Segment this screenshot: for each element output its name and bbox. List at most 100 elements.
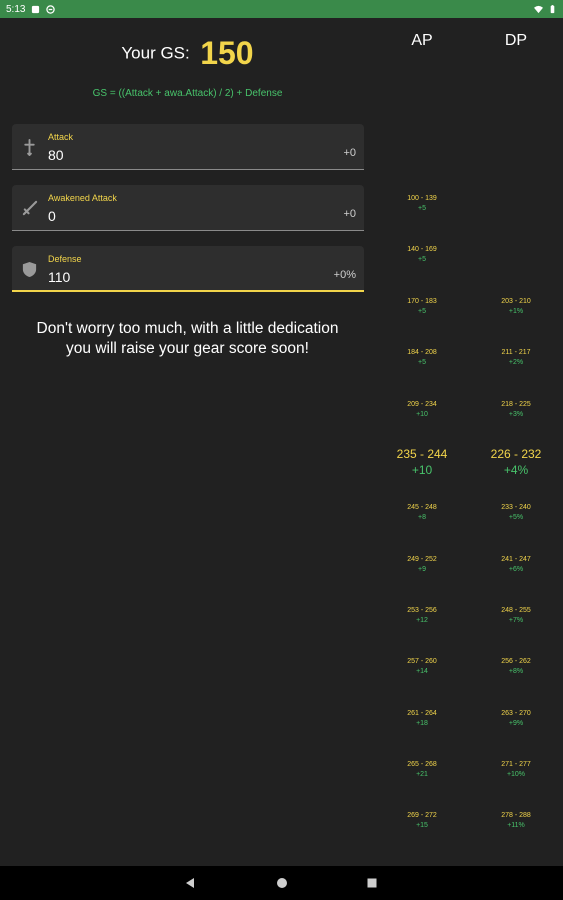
ap-bonus: +5 — [418, 359, 426, 366]
dp-bracket-12: 278 - 288 +11% — [471, 812, 561, 829]
dp-range: 218 - 225 — [501, 401, 531, 408]
dp-bonus: +10% — [506, 771, 526, 778]
status-time: 5:13 — [6, 3, 26, 15]
gear-score-formula: GS = ((Attack + awa.Attack) / 2) + Defen… — [92, 88, 283, 99]
dp-bracket-6: 233 - 240 +5% — [471, 504, 561, 521]
awakened-attack-value[interactable]: 0 — [48, 208, 56, 224]
ap-range: 209 - 234 — [407, 401, 437, 408]
dp-bracket-7: 241 - 247 +6% — [471, 556, 561, 573]
back-icon[interactable] — [184, 877, 196, 889]
dp-bracket-3: 211 - 217 +2% — [471, 349, 561, 366]
dp-range: 248 - 255 — [501, 607, 531, 614]
ap-bonus: +21 — [416, 771, 428, 778]
ap-bonus: +10 — [416, 411, 428, 418]
ap-range: 140 - 169 — [407, 246, 437, 253]
ap-bracket-8: 253 - 256 +12 — [377, 607, 467, 624]
ap-bracket-9: 257 - 260 +14 — [377, 658, 467, 675]
ap-bonus: +15 — [416, 822, 428, 829]
dp-bracket-10: 263 - 270 +9% — [471, 710, 561, 727]
ap-bonus: +5 — [418, 205, 426, 212]
gear-score-label: Your GS: — [121, 43, 190, 63]
dp-bonus: +11% — [507, 822, 525, 829]
ap-column-header: AP — [411, 32, 433, 49]
ap-bracket-1: 140 - 169 +5 — [377, 246, 467, 263]
defense-value[interactable]: 110 — [48, 269, 70, 285]
dp-bracket-9: 256 - 262 +8% — [471, 658, 561, 675]
attack-field[interactable]: Attack 80 +0 — [12, 124, 364, 170]
ap-range: 265 - 268 — [407, 761, 437, 768]
ap-range: 235 - 244 — [396, 447, 448, 461]
dp-range: 226 - 232 — [490, 447, 542, 461]
ap-bonus: +10 — [411, 463, 433, 477]
ap-range: 100 - 139 — [407, 195, 437, 202]
ap-bonus: +14 — [416, 668, 428, 675]
ap-range: 245 - 248 — [407, 504, 437, 511]
ap-bonus: +9 — [418, 566, 426, 573]
ap-range: 261 - 264 — [407, 710, 437, 717]
dp-range: 233 - 240 — [501, 504, 531, 511]
defense-bonus: +0% — [333, 269, 356, 281]
battery-icon — [550, 4, 555, 13]
encouragement-message: Don't worry too much, with a little dedi… — [0, 319, 375, 359]
dp-range: 203 - 210 — [501, 298, 531, 305]
notification-icon — [32, 5, 40, 13]
ap-range: 249 - 252 — [407, 556, 437, 563]
ap-range: 269 - 272 — [407, 812, 437, 819]
dp-range: 271 - 277 — [501, 761, 531, 768]
dp-range: 256 - 262 — [501, 658, 531, 665]
dp-bracket-11: 271 - 277 +10% — [471, 761, 561, 778]
awakened-sword-icon — [22, 200, 38, 216]
dp-range: 263 - 270 — [501, 710, 531, 717]
dp-bonus: +4% — [503, 463, 529, 477]
navigation-bar — [0, 866, 563, 900]
wifi-icon — [534, 5, 543, 13]
awakened-attack-bonus: +0 — [343, 208, 356, 220]
dp-bonus: +6% — [508, 566, 524, 573]
gear-score-display: Your GS: 150 — [0, 35, 375, 72]
defense-label: Defense — [48, 254, 82, 264]
ap-range: 170 - 183 — [407, 298, 437, 305]
dp-bracket-5: 226 - 232 +4% — [471, 447, 561, 477]
ap-bonus: +12 — [416, 617, 428, 624]
ap-bonus: +5 — [418, 308, 426, 315]
ap-bracket-5: 235 - 244 +10 — [377, 447, 467, 477]
dp-bracket-2: 203 - 210 +1% — [471, 298, 561, 315]
ap-bracket-10: 261 - 264 +18 — [377, 710, 467, 727]
gear-score-value: 150 — [200, 35, 254, 71]
dp-bracket-4: 218 - 225 +3% — [471, 401, 561, 418]
ap-range: 184 - 208 — [407, 349, 437, 356]
dp-range: 211 - 217 — [501, 349, 531, 356]
message-line-2: you will raise your gear score soon! — [66, 340, 309, 357]
ap-bracket-11: 265 - 268 +21 — [377, 761, 467, 778]
recents-icon[interactable] — [366, 877, 378, 889]
ap-bracket-6: 245 - 248 +8 — [377, 504, 467, 521]
dp-bonus: +5% — [508, 514, 524, 521]
awakened-attack-field[interactable]: Awakened Attack 0 +0 — [12, 185, 364, 231]
status-bar: 5:13 — [0, 0, 563, 18]
ap-bracket-4: 209 - 234 +10 — [377, 401, 467, 418]
app-notification-icon — [46, 4, 56, 14]
attack-bonus: +0 — [343, 147, 356, 159]
dp-column-header: DP — [504, 32, 528, 49]
ap-bonus: +8 — [418, 514, 426, 521]
dp-bracket-8: 248 - 255 +7% — [471, 607, 561, 624]
ap-bracket-7: 249 - 252 +9 — [377, 556, 467, 573]
dp-bonus: +8% — [508, 668, 524, 675]
home-icon[interactable] — [276, 877, 288, 889]
ap-range: 257 - 260 — [407, 658, 437, 665]
shield-icon — [22, 261, 37, 278]
ap-bonus: +5 — [418, 256, 426, 263]
message-line-1: Don't worry too much, with a little dedi… — [36, 320, 339, 337]
attack-value[interactable]: 80 — [48, 147, 64, 163]
ap-bracket-2: 170 - 183 +5 — [377, 298, 467, 315]
ap-bonus: +18 — [416, 720, 428, 727]
dp-bonus: +7% — [508, 617, 524, 624]
awakened-attack-label: Awakened Attack — [48, 193, 117, 203]
dp-bonus: +9% — [508, 720, 524, 727]
sword-cross-icon — [24, 139, 35, 156]
ap-bracket-12: 269 - 272 +15 — [377, 812, 467, 829]
dp-range: 241 - 247 — [501, 556, 531, 563]
ap-range: 253 - 256 — [407, 607, 437, 614]
defense-field[interactable]: Defense 110 +0% — [12, 246, 364, 292]
dp-bonus: +3% — [508, 411, 524, 418]
